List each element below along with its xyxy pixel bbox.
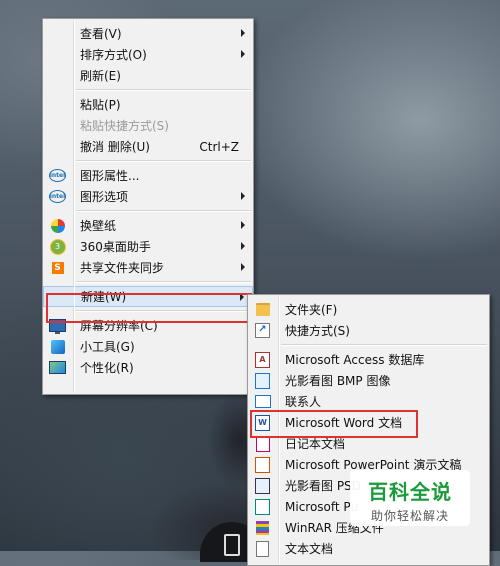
submenu-item-label: 日记本文档 (285, 437, 346, 451)
menu-item-label: 屏幕分辨率(C) (80, 319, 158, 333)
menu-item-new[interactable]: 新建(W) (43, 286, 253, 307)
pinwheel-icon (49, 217, 66, 234)
journal-icon (254, 435, 271, 452)
menu-item-gadgets[interactable]: 小工具(G) (43, 336, 253, 357)
menu-item-undo-delete[interactable]: 撤消 删除(U) Ctrl+Z (43, 136, 253, 157)
submenu-arrow-icon (241, 221, 245, 229)
menu-item-label: 图形属性... (80, 169, 140, 183)
menu-item-label: 图形选项 (80, 190, 129, 204)
menu-item-shortcut: Ctrl+Z (199, 139, 239, 154)
desktop-context-menu: 查看(V) 排序方式(O) 刷新(E) 粘贴(P) 粘贴快捷方式(S) 撤消 删… (42, 18, 254, 395)
submenu-item-label: 文本文档 (285, 542, 334, 556)
menu-item-screen-resolution[interactable]: 屏幕分辨率(C) (43, 315, 253, 336)
bmp-icon (254, 372, 271, 389)
menu-item-label: 查看(V) (80, 27, 122, 41)
submenu-arrow-icon (240, 293, 244, 301)
menu-separator (76, 310, 251, 312)
shortcut-icon: ↗ (254, 322, 271, 339)
menu-item-label: 撤消 删除(U) (80, 140, 150, 154)
submenu-item-label: Microsoft Word 文档 (285, 416, 403, 430)
personalize-icon (49, 359, 66, 376)
submenu-arrow-icon (241, 50, 245, 58)
menu-item-label: 360桌面助手 (80, 240, 151, 254)
menu-item-label: 个性化(R) (80, 361, 134, 375)
menu-separator (76, 210, 251, 212)
powerpoint-icon (254, 456, 271, 473)
winrar-icon (254, 519, 271, 536)
menu-item-label: 换壁纸 (80, 219, 117, 233)
watermark-logo: 百科全说 助你轻松解决 (350, 470, 470, 526)
text-document-icon (254, 540, 271, 557)
word-icon: W (254, 414, 271, 431)
menu-item-change-wallpaper[interactable]: 换壁纸 (43, 215, 253, 236)
s-icon: S (49, 259, 66, 276)
menu-separator (281, 344, 487, 346)
watermark-subtitle: 助你轻松解决 (370, 509, 449, 523)
submenu-item-bmp-image[interactable]: 光影看图 BMP 图像 (248, 370, 489, 391)
submenu-item-journal-document[interactable]: 日记本文档 (248, 433, 489, 454)
submenu-arrow-icon (241, 263, 245, 271)
submenu-item-label: 文件夹(F) (285, 303, 338, 317)
submenu-item-label: Microsoft Pu (285, 499, 359, 514)
submenu-arrow-icon (241, 242, 245, 250)
menu-item-shared-folder-sync[interactable]: S 共享文件夹同步 (43, 257, 253, 278)
menu-separator (76, 160, 251, 162)
intel-icon: intel (48, 167, 67, 184)
menu-item-sort-by[interactable]: 排序方式(O) (43, 44, 253, 65)
menu-item-personalize[interactable]: 个性化(R) (43, 357, 253, 378)
access-icon: A (254, 351, 271, 368)
submenu-item-word-document[interactable]: W Microsoft Word 文档 (248, 412, 489, 433)
360-icon: 3 (49, 238, 66, 255)
menu-separator (76, 281, 251, 283)
menu-item-360-desktop[interactable]: 3 360桌面助手 (43, 236, 253, 257)
intel-icon: intel (48, 188, 67, 205)
submenu-item-contact[interactable]: 联系人 (248, 391, 489, 412)
publisher-icon (254, 498, 271, 515)
menu-separator (76, 89, 251, 91)
menu-item-paste-shortcut: 粘贴快捷方式(S) (43, 115, 253, 136)
menu-item-label: 小工具(G) (80, 340, 135, 354)
folder-icon (254, 301, 271, 318)
submenu-item-label: 快捷方式(S) (285, 324, 350, 338)
menu-item-label: 新建(W) (81, 290, 127, 304)
submenu-item-access-database[interactable]: A Microsoft Access 数据库 (248, 349, 489, 370)
menu-item-label: 共享文件夹同步 (80, 261, 165, 275)
submenu-item-label: 光影看图 BMP 图像 (285, 374, 391, 388)
contact-icon (254, 393, 271, 410)
submenu-item-text-document[interactable]: 文本文档 (248, 538, 489, 559)
submenu-item-label: Microsoft Access 数据库 (285, 353, 425, 367)
monitor-icon (49, 317, 66, 334)
gadget-icon (49, 338, 66, 355)
submenu-arrow-icon (241, 192, 245, 200)
submenu-item-label: 联系人 (285, 395, 322, 409)
menu-item-refresh[interactable]: 刷新(E) (43, 65, 253, 86)
menu-item-view[interactable]: 查看(V) (43, 23, 253, 44)
menu-item-label: 排序方式(O) (80, 48, 147, 62)
submenu-item-folder[interactable]: 文件夹(F) (248, 299, 489, 320)
menu-item-paste[interactable]: 粘贴(P) (43, 94, 253, 115)
menu-item-label: 粘贴快捷方式(S) (80, 119, 169, 133)
watermark-title: 百科全说 (368, 480, 452, 504)
menu-item-label: 粘贴(P) (80, 98, 121, 112)
menu-item-label: 刷新(E) (80, 69, 121, 83)
submenu-arrow-icon (241, 29, 245, 37)
submenu-item-shortcut[interactable]: ↗ 快捷方式(S) (248, 320, 489, 341)
psd-icon (254, 477, 271, 494)
menu-item-graphics-options[interactable]: intel 图形选项 (43, 186, 253, 207)
menu-item-graphics-properties[interactable]: intel 图形属性... (43, 165, 253, 186)
